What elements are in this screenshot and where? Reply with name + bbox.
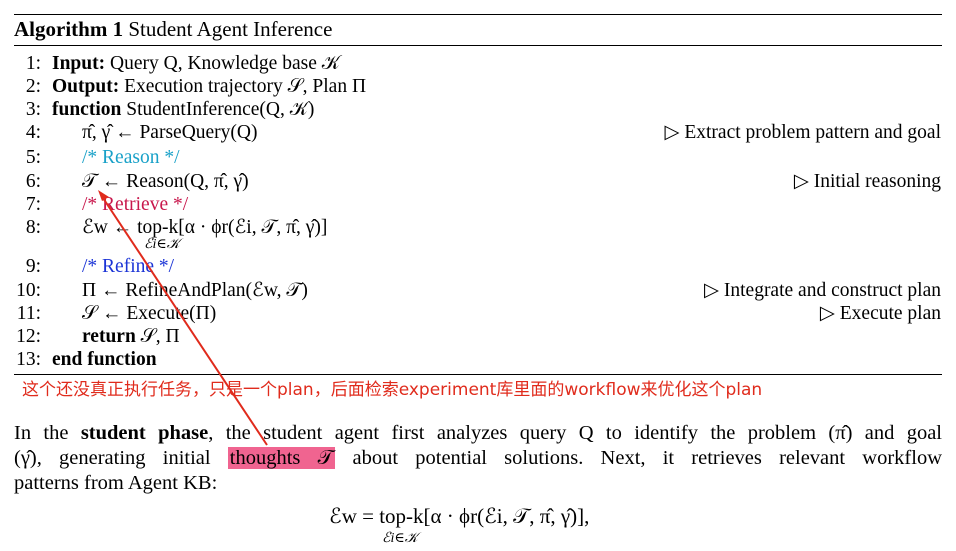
line-number: 8: [25,217,41,238]
line-number: 3: [25,99,41,120]
line-number: 7: [25,194,41,215]
algorithm-line: 2: Output: Execution trajectory 𝒮, Plan Π [0,75,956,99]
line-code: /* Retrieve */ [82,194,189,215]
line-code: 𝒯 ← Reason(Q, π̂, γ̂) [82,171,249,192]
line-code: Output: Execution trajectory 𝒮, Plan Π [52,76,367,97]
line-comment: ▷ Execute plan [819,303,941,324]
line-code: π̂, γ̂ ← ParseQuery(Q) [82,122,258,143]
algorithm-line: 3: function StudentInference(Q, 𝒦) [0,98,956,122]
line-code: end function [52,349,157,370]
line-comment: ▷ Extract problem pattern and goal [664,122,941,143]
line-number: 11: [16,303,41,324]
line-code: function StudentInference(Q, 𝒦) [52,99,315,120]
line-code: ℰw ← top-k[α · ϕr(ℰi, 𝒯, π̂, γ̂)] [82,217,328,238]
paragraph-line-3: patterns from Agent KB: [14,472,218,494]
algorithm-line: 11: 𝒮 ← Execute(Π) ▷ Execute plan [0,302,956,326]
topk-subscript: ℰi∈𝒦 [144,237,180,252]
line-number: 10: [16,280,41,301]
line-number: 13: [16,349,41,370]
handwritten-note: 这个还没真正执行任务，只是一个plan，后面检索experiment库里面的wo… [22,380,763,400]
line-code: /* Reason */ [82,147,180,168]
line-number: 9: [25,256,41,277]
algorithm-line: 10: Π ← RefineAndPlan(ℰw, 𝒯) ▷ Integrate a… [0,279,956,303]
line-number: 6: [25,171,41,192]
algorithm-line: 6: 𝒯 ← Reason(Q, π̂, γ̂) ▷ Initial reasoni… [0,170,956,194]
algorithm-line: 1: Input: Query Q, Knowledge base 𝒦 [0,52,956,76]
bottom-rule [14,374,942,375]
highlight-thoughts: thoughts 𝒯 [227,447,336,469]
line-comment: ▷ Integrate and construct plan [704,280,941,301]
algorithm-line: 4: π̂, γ̂ ← ParseQuery(Q) ▷ Extract proble… [0,121,956,145]
line-code: 𝒮 ← Execute(Π) [82,303,217,324]
algorithm-line: 12: return 𝒮, Π [0,325,956,349]
algorithm-line: 9: /* Refine */ [0,255,956,279]
algorithm-line: 13: end function [0,348,956,372]
paragraph-line-2: (γ̂), generating initial thoughts 𝒯 abou… [14,447,942,469]
line-number: 4: [25,122,41,143]
paragraph-line-1: In the student phase, the student agent … [14,422,942,444]
title-rule [14,45,942,46]
line-number: 12: [16,326,41,347]
algorithm-line: 7: /* Retrieve */ [0,193,956,217]
line-number: 2: [25,76,41,97]
equation-subscript: ℰi∈𝒦 [382,531,418,546]
line-code: Π ← RefineAndPlan(ℰw, 𝒯) [82,280,308,301]
line-number: 1: [25,53,41,74]
algorithm-title: Algorithm 1 Student Agent Inference [14,17,333,41]
line-code: Input: Query Q, Knowledge base 𝒦 [52,53,340,74]
retrieval-equation: ℰw = top-k[α · ϕr(ℰi, 𝒯, π̂, γ̂)], [329,504,590,528]
top-rule [14,14,942,15]
line-code: /* Refine */ [82,256,175,277]
student-phase-paragraph: In the student phase, the student agent … [14,421,942,496]
line-comment: ▷ Initial reasoning [793,171,941,192]
algorithm-line: 8: ℰw ← top-k[α · ϕr(ℰi, 𝒯, π̂, γ̂)] ℰi∈𝒦 [0,216,956,252]
algorithm-line: 5: /* Reason */ [0,146,956,170]
line-number: 5: [25,147,41,168]
line-code: return 𝒮, Π [82,326,180,347]
